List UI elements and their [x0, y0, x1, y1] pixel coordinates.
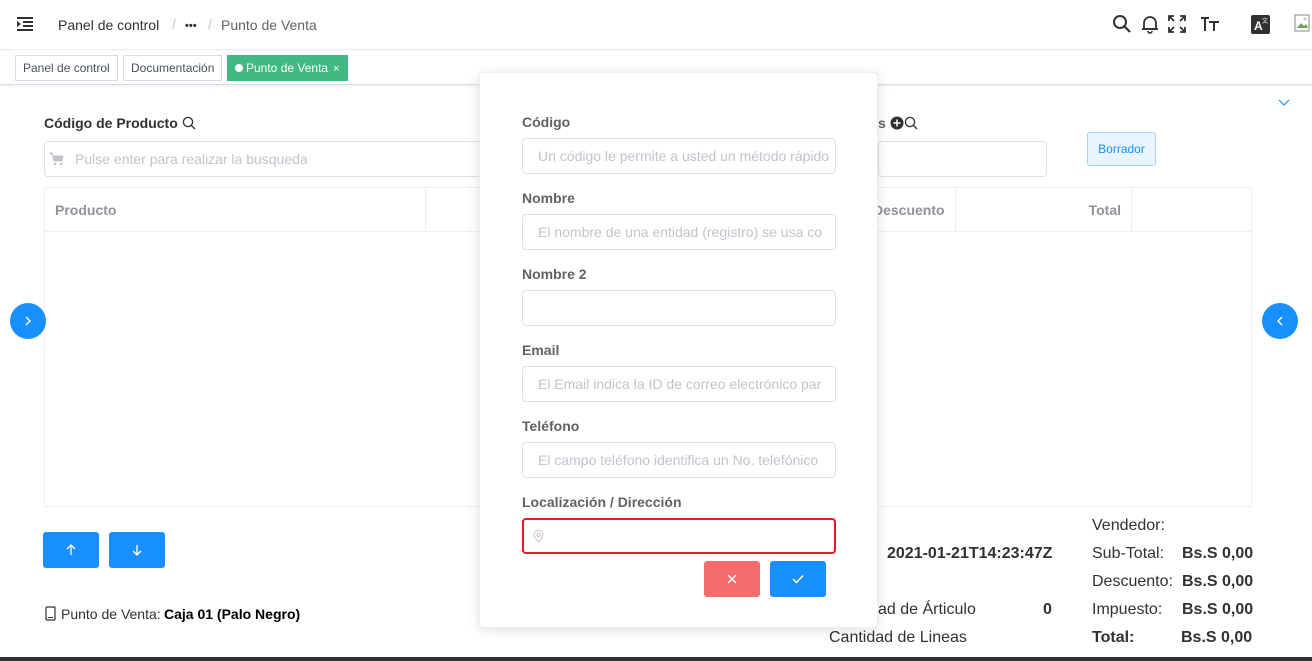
expand-right-button[interactable]	[1262, 303, 1298, 339]
cart-icon	[49, 152, 64, 166]
breadcrumb-item-dashboard[interactable]: Panel de control	[58, 16, 159, 34]
avatar-image[interactable]	[1294, 14, 1312, 34]
tag-label: Punto de Venta	[246, 61, 329, 75]
tax-label: Impuesto:	[1092, 601, 1163, 618]
new-customer-popover: Código Un código le permite a usted un m…	[479, 72, 878, 628]
subtotal-value: Bs.S 0,00	[1182, 545, 1254, 562]
confirm-button[interactable]	[770, 561, 826, 597]
phone-placeholder: El campo teléfono identifica un No. tele…	[538, 452, 819, 468]
code-label: Código	[522, 114, 571, 130]
add-circle-icon[interactable]	[890, 116, 904, 130]
fullscreen-icon[interactable]	[1167, 14, 1187, 34]
grand-total-label: Total:	[1092, 629, 1135, 646]
search-icon[interactable]	[1112, 14, 1132, 34]
close-icon[interactable]: ×	[333, 63, 339, 75]
quantity-articles-value: 0	[1043, 601, 1052, 618]
menu-toggle-icon[interactable]	[16, 15, 34, 33]
tag-documentation[interactable]: Documentación	[123, 55, 223, 81]
tag-label: Panel de control	[23, 61, 110, 75]
font-size-icon[interactable]	[1200, 14, 1220, 34]
name2-label: Nombre 2	[522, 266, 587, 282]
business-partner-input[interactable]	[878, 141, 1047, 177]
check-icon	[792, 574, 804, 584]
name2-input[interactable]	[522, 290, 836, 326]
subtotal-label: Sub-Total:	[1092, 545, 1165, 562]
chevron-down-icon[interactable]	[1277, 98, 1291, 108]
navbar: Panel de control / ••• / Punto de Venta …	[0, 0, 1312, 50]
bottom-bar	[0, 657, 1312, 661]
discount-label: Descuento:	[1092, 573, 1173, 590]
quantity-lines-label: Cantidad de Lineas	[829, 629, 967, 646]
phone-input[interactable]: El campo teléfono identifica un No. tele…	[522, 442, 836, 478]
tablet-icon	[45, 606, 56, 621]
column-header-product: Producto	[45, 188, 426, 232]
seller-label: Vendedor:	[1092, 517, 1165, 534]
translate-icon[interactable]: A 文	[1251, 15, 1270, 34]
quantity-articles-label: ad de Árticulo	[878, 601, 976, 618]
pos-terminal-label: Punto de Venta:	[61, 606, 161, 622]
close-icon	[727, 574, 737, 584]
tag-point-of-sale[interactable]: Punto de Venta ×	[227, 55, 348, 81]
location-pin-icon	[533, 530, 544, 543]
breadcrumb-item-pos: Punto de Venta	[221, 17, 317, 33]
location-label: Localización / Dirección	[522, 494, 682, 510]
expand-left-button[interactable]	[10, 303, 46, 339]
product-search-input[interactable]: Pulse enter para realizar la busqueda	[44, 141, 484, 177]
name-input[interactable]: El nombre de una entidad (registro) se u…	[522, 214, 836, 250]
column-header-total: Total	[956, 188, 1132, 232]
tax-value: Bs.S 0,00	[1182, 601, 1254, 618]
email-input[interactable]: El Email indica la ID de correo electrón…	[522, 366, 836, 402]
grand-total-value: Bs.S 0,00	[1181, 629, 1253, 646]
breadcrumb-separator: /	[208, 16, 212, 32]
svg-text:文: 文	[1262, 17, 1268, 25]
name-label: Nombre	[522, 190, 575, 206]
tag-label: Documentación	[131, 61, 215, 75]
search-icon[interactable]	[904, 116, 918, 130]
arrow-up-button[interactable]	[43, 532, 99, 568]
arrow-down-icon	[132, 545, 142, 556]
bell-icon[interactable]	[1140, 14, 1160, 34]
active-dot-icon	[235, 64, 243, 72]
breadcrumb-ellipsis[interactable]: •••	[185, 17, 197, 35]
code-placeholder: Un código le permite a usted un método r…	[538, 148, 830, 164]
business-partner-label: s	[878, 115, 886, 131]
email-placeholder: El Email indica la ID de correo electrón…	[538, 376, 822, 392]
chevron-right-icon	[25, 316, 31, 326]
product-search-placeholder: Pulse enter para realizar la busqueda	[75, 151, 308, 167]
pos-terminal-value: Caja 01 (Palo Negro)	[164, 606, 301, 622]
order-date: 2021-01-21T14:23:47Z	[887, 545, 1053, 562]
breadcrumb-separator: /	[172, 16, 176, 32]
name-placeholder: El nombre de una entidad (registro) se u…	[538, 224, 823, 240]
discount-value: Bs.S 0,00	[1182, 573, 1254, 590]
code-input[interactable]: Un código le permite a usted un método r…	[522, 138, 836, 174]
cancel-button[interactable]	[704, 561, 760, 597]
search-icon[interactable]	[182, 116, 196, 130]
product-code-label: Código de Producto	[44, 115, 178, 131]
phone-label: Teléfono	[522, 418, 580, 434]
email-label: Email	[522, 342, 560, 358]
location-input[interactable]	[522, 518, 836, 554]
draft-button[interactable]: Borrador	[1087, 132, 1156, 166]
chevron-left-icon	[1277, 316, 1283, 326]
tag-dashboard[interactable]: Panel de control	[15, 55, 118, 81]
arrow-up-icon	[66, 544, 76, 555]
arrow-down-button[interactable]	[109, 532, 165, 568]
